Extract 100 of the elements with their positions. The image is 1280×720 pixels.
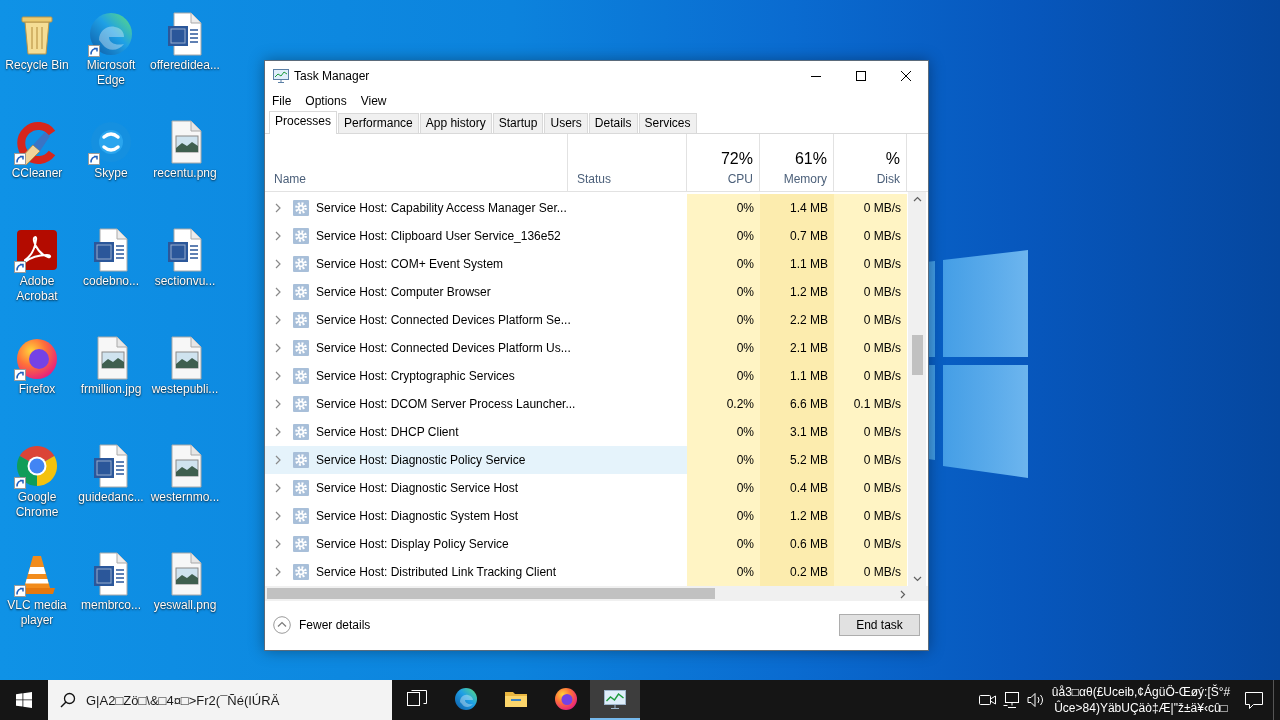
column-header[interactable]: Name bbox=[274, 171, 561, 187]
disk-usage-cell: 0 MB/s bbox=[834, 558, 907, 586]
column-header[interactable]: Disk bbox=[876, 171, 900, 187]
scrollbar-thumb[interactable] bbox=[267, 588, 715, 599]
vertical-scrollbar[interactable] bbox=[907, 192, 926, 586]
process-name: Service Host: Diagnostic Policy Service bbox=[316, 453, 526, 467]
gear-icon bbox=[293, 368, 309, 384]
tab[interactable]: Users bbox=[544, 113, 588, 133]
volume-icon[interactable] bbox=[1027, 692, 1045, 708]
process-row[interactable]: Service Host: COM+ Event System 0% 1.1 MB 0 MB/s bbox=[265, 250, 907, 278]
memory-usage-cell: 0.7 MB bbox=[760, 222, 834, 250]
process-row[interactable]: Service Host: Diagnostic Policy Service 0% 5.2 MB 0 MB/s bbox=[265, 446, 907, 474]
memory-usage-cell: 3.1 MB bbox=[760, 418, 834, 446]
cpu-usage-cell: 0% bbox=[687, 362, 760, 390]
gear-icon bbox=[293, 228, 309, 244]
menu-item[interactable]: File bbox=[265, 92, 299, 110]
expand-chevron-icon[interactable] bbox=[275, 399, 281, 409]
expand-chevron-icon[interactable] bbox=[275, 455, 281, 465]
expand-chevron-icon[interactable] bbox=[275, 259, 281, 269]
search-field[interactable]: G|A2□Zö□\&□4¤□>Fr2(¯Ñé(IÚRÄ bbox=[48, 680, 392, 720]
process-row[interactable]: Service Host: DCOM Server Process Launcher... 0.2% 6.6 MB 0.1 MB/s bbox=[265, 390, 907, 418]
memory-usage-cell: 1.1 MB bbox=[760, 362, 834, 390]
expand-chevron-icon[interactable] bbox=[275, 567, 281, 577]
clock-text[interactable]: ûå3□αθ(£Uceib,¢ÁgüÖ-Œøý:[Š°# bbox=[1051, 684, 1231, 700]
process-name: Service Host: Distributed Link Tracking Client bbox=[316, 565, 557, 579]
process-row[interactable]: Service Host: Distributed Link Tracking Client 0% 0.2 MB 0 MB/s bbox=[265, 558, 907, 586]
tab[interactable]: Processes bbox=[269, 111, 338, 134]
expand-chevron-icon[interactable] bbox=[275, 287, 281, 297]
memory-usage-cell: 6.6 MB bbox=[760, 390, 834, 418]
expand-chevron-icon[interactable] bbox=[275, 539, 281, 549]
tab[interactable]: Startup bbox=[492, 113, 544, 133]
scroll-right-icon[interactable] bbox=[900, 590, 906, 599]
gear-icon bbox=[293, 200, 309, 216]
disk-usage-cell: 0 MB/s bbox=[834, 474, 907, 502]
column-usage-percent: 72% bbox=[720, 149, 753, 169]
process-row[interactable]: Service Host: Diagnostic Service Host 0% 0.4 MB 0 MB/s bbox=[265, 474, 907, 502]
scroll-up-icon[interactable] bbox=[913, 196, 922, 202]
disk-usage-cell: 0 MB/s bbox=[834, 446, 907, 474]
memory-usage-cell: 1.4 MB bbox=[760, 194, 834, 222]
column-header[interactable]: Memory bbox=[783, 171, 827, 187]
fewer-details-button[interactable]: Fewer details bbox=[273, 616, 371, 634]
network-icon[interactable] bbox=[1003, 692, 1021, 708]
disk-usage-cell: 0 MB/s bbox=[834, 278, 907, 306]
gear-icon bbox=[293, 424, 309, 440]
gear-icon bbox=[293, 312, 309, 328]
process-row[interactable]: Service Host: Connected Devices Platform Us... 0% 2.1 MB 0 MB/s bbox=[265, 334, 907, 362]
process-row[interactable]: Service Host: Clipboard User Service_136e52 0% 0.7 MB 0 MB/s bbox=[265, 222, 907, 250]
process-name: Service Host: Display Policy Service bbox=[316, 537, 509, 551]
windows-logo-icon bbox=[16, 692, 32, 708]
cpu-usage-cell: 0% bbox=[687, 418, 760, 446]
horizontal-scrollbar[interactable] bbox=[265, 586, 928, 601]
taskbar-button[interactable] bbox=[590, 680, 640, 720]
scroll-down-icon[interactable] bbox=[913, 576, 922, 582]
expand-chevron-icon[interactable] bbox=[275, 343, 281, 353]
expand-chevron-icon[interactable] bbox=[275, 203, 281, 213]
close-icon bbox=[900, 71, 911, 81]
disk-usage-cell: 0 MB/s bbox=[834, 530, 907, 558]
process-row[interactable]: Service Host: Display Policy Service 0% 0.6 MB 0 MB/s bbox=[265, 530, 907, 558]
process-row[interactable]: Service Host: Diagnostic System Host 0% 1.2 MB 0 MB/s bbox=[265, 502, 907, 530]
memory-usage-cell: 5.2 MB bbox=[760, 446, 834, 474]
clock-text[interactable]: Ûce>84)YäbUÇäò‡Æ|"ž±ä¥‹cû□ bbox=[1054, 700, 1228, 716]
search-icon bbox=[60, 692, 76, 708]
process-row[interactable]: Service Host: DHCP Client 0% 3.1 MB 0 MB/s bbox=[265, 418, 907, 446]
cpu-usage-cell: 0% bbox=[687, 558, 760, 586]
menu-item[interactable]: View bbox=[353, 92, 394, 110]
process-row[interactable]: Service Host: Connected Devices Platform Se... 0% 2.2 MB 0 MB/s bbox=[265, 306, 907, 334]
column-header[interactable]: Status bbox=[577, 171, 680, 187]
expand-chevron-icon[interactable] bbox=[275, 483, 281, 493]
process-row[interactable]: Service Host: Computer Browser 0% 1.2 MB 0 MB/s bbox=[265, 278, 907, 306]
memory-usage-cell: 0.2 MB bbox=[760, 558, 834, 586]
tab[interactable]: Services bbox=[638, 113, 697, 133]
expand-chevron-icon[interactable] bbox=[275, 511, 281, 521]
gear-icon bbox=[293, 340, 309, 356]
cpu-usage-cell: 0% bbox=[687, 502, 760, 530]
monitor-chart-icon bbox=[603, 687, 628, 711]
gear-icon bbox=[293, 256, 309, 272]
process-name: Service Host: Connected Devices Platform Se... bbox=[316, 313, 571, 327]
cpu-usage-cell: 0% bbox=[687, 530, 760, 558]
menu-item[interactable]: Options bbox=[298, 92, 354, 110]
gear-icon bbox=[293, 452, 309, 468]
tab[interactable]: Performance bbox=[338, 113, 419, 133]
end-task-button[interactable]: End task bbox=[839, 614, 920, 636]
process-name: Service Host: Clipboard User Service_136e52 bbox=[316, 229, 561, 243]
camera-icon[interactable] bbox=[979, 693, 997, 707]
tab[interactable]: App history bbox=[419, 113, 492, 133]
expand-chevron-icon[interactable] bbox=[275, 315, 281, 325]
maximize-icon bbox=[855, 71, 866, 81]
process-row[interactable]: Service Host: Capability Access Manager Ser... 0% 1.4 MB 0 MB/s bbox=[265, 194, 907, 222]
chevron-up-circle-icon bbox=[273, 616, 291, 634]
cpu-usage-cell: 0% bbox=[687, 446, 760, 474]
expand-chevron-icon[interactable] bbox=[275, 371, 281, 381]
process-row[interactable]: Service Host: Cryptographic Services 0% 1.1 MB 0 MB/s bbox=[265, 362, 907, 390]
firefox-logo-icon bbox=[553, 687, 578, 711]
gear-icon bbox=[293, 284, 309, 300]
scrollbar-thumb[interactable] bbox=[912, 335, 923, 375]
expand-chevron-icon[interactable] bbox=[275, 427, 281, 437]
tab[interactable]: Details bbox=[588, 113, 638, 133]
expand-chevron-icon[interactable] bbox=[275, 231, 281, 241]
edge-logo-icon bbox=[87, 10, 135, 58]
column-header[interactable]: CPU bbox=[727, 171, 753, 187]
